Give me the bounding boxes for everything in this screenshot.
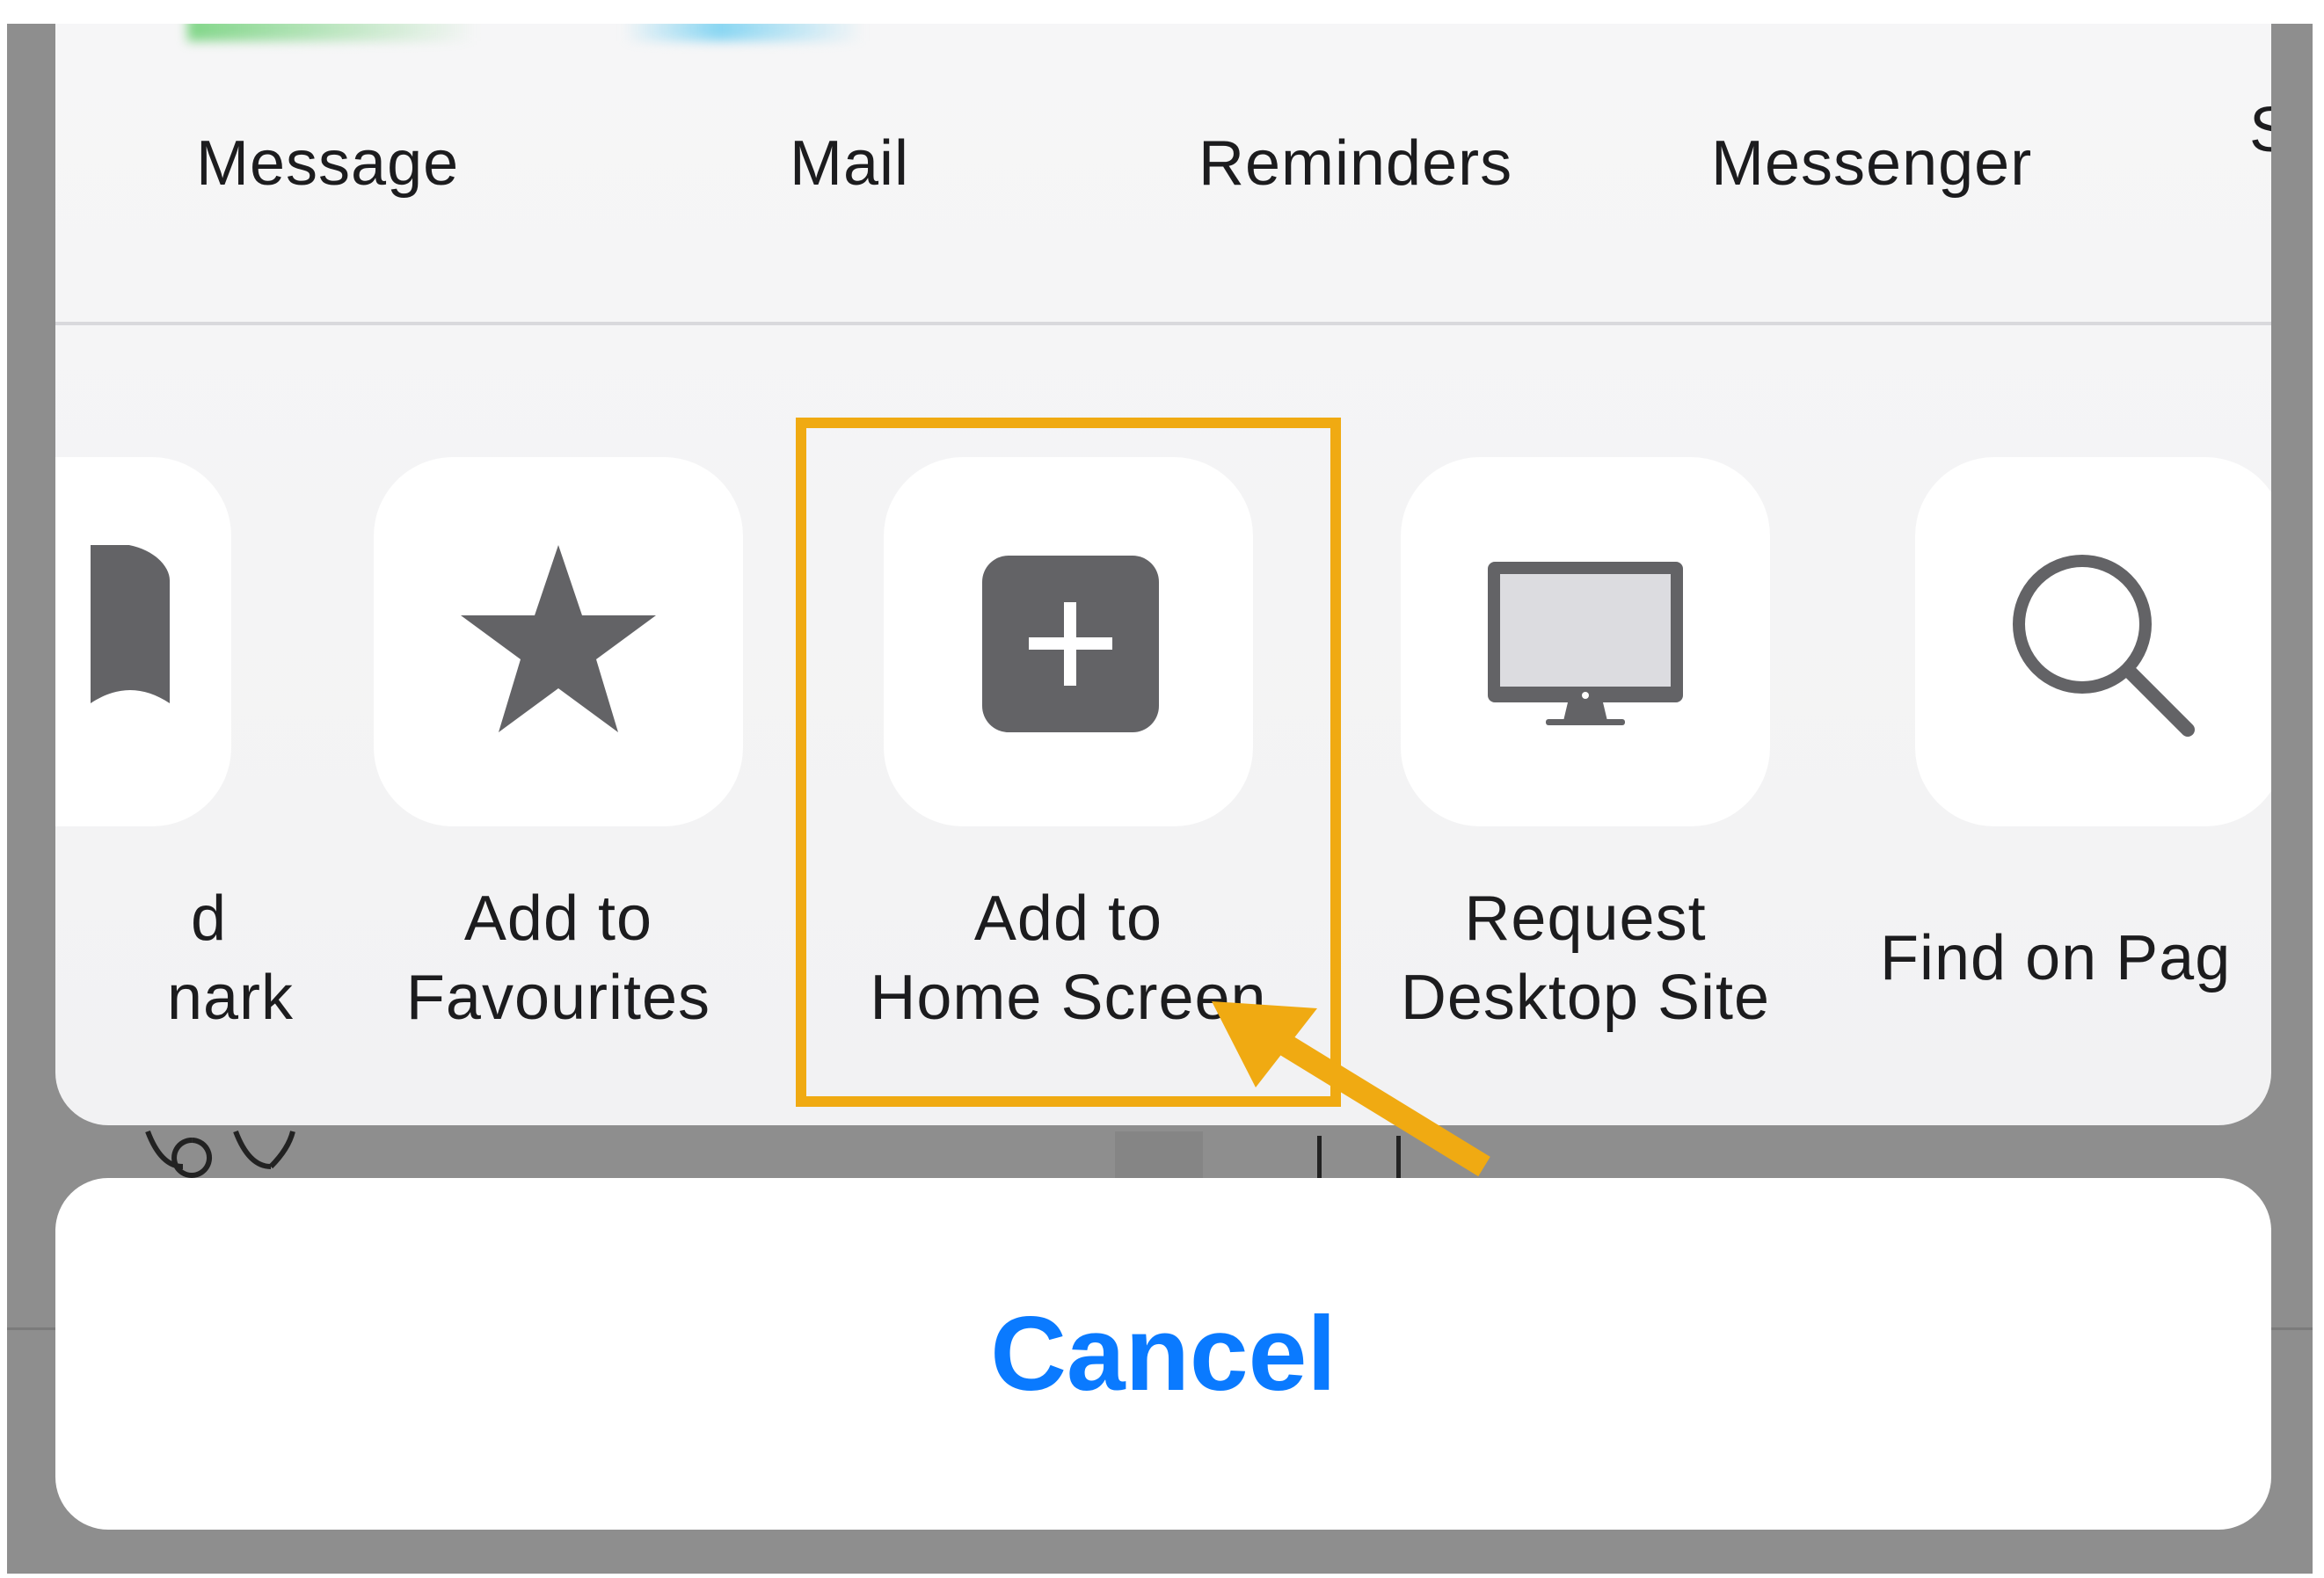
action-label-line2: Favourites (405, 963, 711, 1033)
action-add-bookmark[interactable]: d nark (55, 457, 293, 1073)
action-add-to-favourites[interactable]: Add to Favourites (374, 457, 743, 1073)
share-target-reminders[interactable]: Reminders (1198, 127, 1512, 200)
share-targets-row: Message Mail Reminders Messenger S (55, 24, 2271, 323)
section-divider (55, 322, 2271, 325)
share-target-mail[interactable]: Mail (790, 127, 909, 200)
star-icon (461, 545, 656, 732)
action-label: Find on Pag (1880, 923, 2232, 993)
action-label-line1: Add to (463, 884, 653, 954)
action-label-line1: d (190, 884, 227, 954)
screenshot-frame: Message Mail Reminders Messenger S d nar… (7, 24, 2313, 1574)
share-target-message[interactable]: Message (196, 127, 459, 200)
action-find-on-page[interactable]: Find on Pag (1880, 457, 2271, 1073)
share-target-messenger[interactable]: Messenger (1711, 127, 2032, 200)
magnifier-icon (2013, 555, 2195, 737)
cancel-button[interactable]: Cancel (55, 1178, 2271, 1530)
action-label-line1: Request (1464, 884, 1707, 954)
action-label-line2: nark (166, 963, 294, 1033)
action-request-desktop-site[interactable]: Request Desktop Site (1401, 457, 1770, 1073)
pointer-arrow-icon (1212, 1001, 1490, 1177)
bookmark-icon (91, 545, 170, 703)
share-target-partial[interactable]: S (2249, 94, 2271, 166)
desktop-icon (1488, 562, 1683, 725)
cancel-label: Cancel (990, 1295, 1337, 1413)
